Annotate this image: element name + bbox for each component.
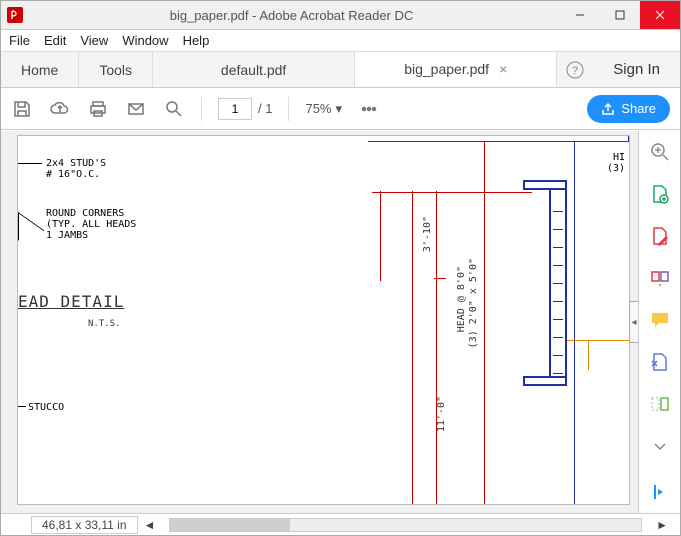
right-tool-rail <box>638 131 680 513</box>
dim-text-2: HEAD @ 8'0" <box>456 266 467 332</box>
plan-line <box>574 141 575 504</box>
collapse-panel-button[interactable]: ◂ <box>629 301 638 343</box>
combine-icon[interactable] <box>649 393 671 415</box>
help-button[interactable]: ? <box>557 52 593 87</box>
dim-text-4: 11'-0" <box>436 396 447 432</box>
chevron-down-icon: ▾ <box>336 101 343 117</box>
more-tools-icon[interactable] <box>649 435 671 457</box>
tab-tools[interactable]: Tools <box>79 52 153 87</box>
share-button[interactable]: Share <box>587 95 670 123</box>
svg-text:?: ? <box>572 65 578 77</box>
leader-line <box>18 212 44 258</box>
drawing-note-studs: 2x4 STUD'S # 16"O.C. <box>46 158 106 180</box>
dim-text-1: 3'-10" <box>422 216 433 252</box>
scrollbar-thumb[interactable] <box>170 519 290 531</box>
zoom-tool-icon[interactable] <box>649 141 671 163</box>
divider <box>201 97 202 121</box>
organize-icon[interactable] <box>649 351 671 373</box>
zoom-value: 75% <box>305 101 331 116</box>
leader-line <box>18 406 26 407</box>
mail-icon[interactable] <box>125 98 147 120</box>
dim-line <box>436 191 437 504</box>
comment-icon[interactable] <box>649 309 671 331</box>
dim-line <box>412 191 413 504</box>
print-icon[interactable] <box>87 98 109 120</box>
zoom-control[interactable]: 75% ▾ <box>305 101 342 117</box>
expand-rail-icon[interactable] <box>649 481 671 503</box>
plan-wall <box>523 376 567 386</box>
cloud-icon[interactable] <box>49 98 71 120</box>
drawing-note-corners: ROUND CORNERS (TYP. ALL HEADS 1 JAMBS <box>46 208 136 241</box>
dim-text-3: (3) 2'0" x 5'0" <box>468 258 479 348</box>
tab-document-bigpaper[interactable]: big_paper.pdf × <box>355 52 557 87</box>
app-icon <box>7 7 23 23</box>
tabbar: Home Tools default.pdf big_paper.pdf × ?… <box>1 52 680 88</box>
menu-view[interactable]: View <box>80 33 108 48</box>
menu-file[interactable]: File <box>9 33 30 48</box>
menubar: File Edit View Window Help <box>1 30 680 52</box>
create-pdf-icon[interactable] <box>649 183 671 205</box>
leader-line <box>18 163 42 164</box>
menu-window[interactable]: Window <box>122 33 168 48</box>
window-title: big_paper.pdf - Adobe Acrobat Reader DC <box>23 8 560 23</box>
dim-line <box>372 192 532 193</box>
scroll-right-button[interactable]: ► <box>656 518 668 532</box>
plan-hatch <box>553 194 563 374</box>
toolbar: / 1 75% ▾ Share <box>1 88 680 130</box>
divider <box>288 97 289 121</box>
tab-document-default[interactable]: default.pdf <box>153 52 355 87</box>
statusbar: 46,81 x 33,11 in ◄ ► <box>1 513 680 535</box>
window-minimize-button[interactable] <box>560 1 600 29</box>
search-icon[interactable] <box>163 98 185 120</box>
drawing-title-head-detail: EAD DETAIL N.T.S. <box>18 292 124 330</box>
dim-line <box>484 141 485 504</box>
edit-pdf-icon[interactable] <box>649 225 671 247</box>
menu-help[interactable]: Help <box>183 33 210 48</box>
plan-line <box>368 141 629 142</box>
document-page: 2x4 STUD'S # 16"O.C. ROUND CORNERS (TYP.… <box>17 135 630 505</box>
dim-line <box>434 278 446 279</box>
page-nav: / 1 <box>218 98 272 120</box>
tab-close-icon[interactable]: × <box>499 61 507 77</box>
save-icon[interactable] <box>11 98 33 120</box>
plan-line <box>567 340 629 341</box>
page-dimensions: 46,81 x 33,11 in <box>31 516 138 534</box>
document-viewport[interactable]: 2x4 STUD'S # 16"O.C. ROUND CORNERS (TYP.… <box>1 131 638 513</box>
page-current-input[interactable] <box>218 98 252 120</box>
horizontal-scrollbar[interactable] <box>169 518 642 532</box>
window-maximize-button[interactable] <box>600 1 640 29</box>
drawing-note-stucco: STUCCO <box>28 402 64 413</box>
window-close-button[interactable] <box>640 1 680 29</box>
sign-in-button[interactable]: Sign In <box>593 52 680 87</box>
more-icon[interactable] <box>358 98 380 120</box>
dim-line <box>380 191 381 281</box>
plan-wall <box>523 180 567 190</box>
tab-home[interactable]: Home <box>1 52 79 87</box>
window-titlebar: big_paper.pdf - Adobe Acrobat Reader DC <box>1 1 680 30</box>
export-pdf-icon[interactable] <box>649 267 671 289</box>
scroll-left-button[interactable]: ◄ <box>144 518 156 532</box>
page-total-label: / 1 <box>258 101 272 116</box>
plan-line <box>588 340 589 370</box>
menu-edit[interactable]: Edit <box>44 33 66 48</box>
drawing-note-top: HI(3) <box>607 152 625 174</box>
